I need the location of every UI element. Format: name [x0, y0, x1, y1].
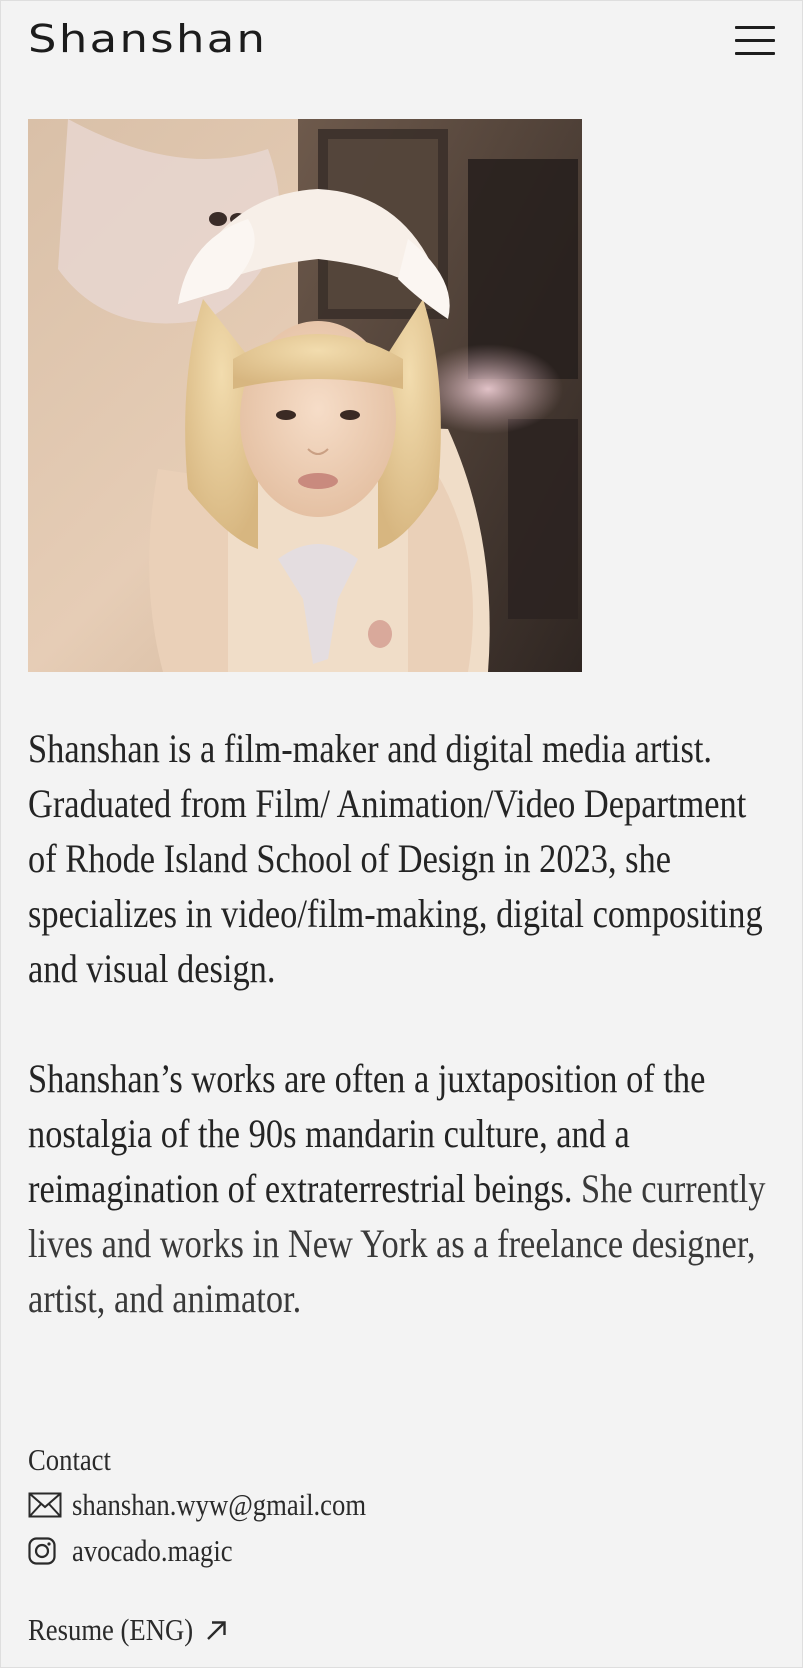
portrait-photo — [28, 119, 582, 672]
contact-heading: Contact — [28, 1442, 111, 1477]
menu-line — [735, 26, 775, 29]
bio-section: Shanshan is a film-maker and digital med… — [28, 721, 780, 1381]
contact-section: Contact shanshan.wyw@gmail.com avocado.m… — [28, 1440, 628, 1572]
resume-link-label[interactable]: Resume (ENG) — [28, 1610, 193, 1650]
contact-email[interactable]: shanshan.wyw@gmail.com — [28, 1484, 628, 1526]
site-title[interactable]: Shanshan — [28, 14, 267, 64]
hamburger-menu-icon[interactable] — [730, 22, 778, 62]
menu-line — [735, 52, 775, 55]
bio-paragraph-1: Shanshan is a film-maker and digital med… — [28, 726, 763, 991]
arrow-up-right-icon — [204, 1618, 228, 1642]
menu-line — [735, 39, 775, 42]
mail-icon — [28, 1488, 62, 1522]
resume-link[interactable]: Resume (ENG) — [28, 1610, 228, 1650]
instagram-icon — [28, 1534, 62, 1568]
contact-email-text[interactable]: shanshan.wyw@gmail.com — [72, 1487, 366, 1523]
bio-paragraph-2: Shanshan’s works are often a juxtapositi… — [28, 1051, 780, 1326]
contact-instagram-text[interactable]: avocado.magic — [72, 1533, 233, 1569]
contact-instagram[interactable]: avocado.magic — [28, 1530, 628, 1572]
